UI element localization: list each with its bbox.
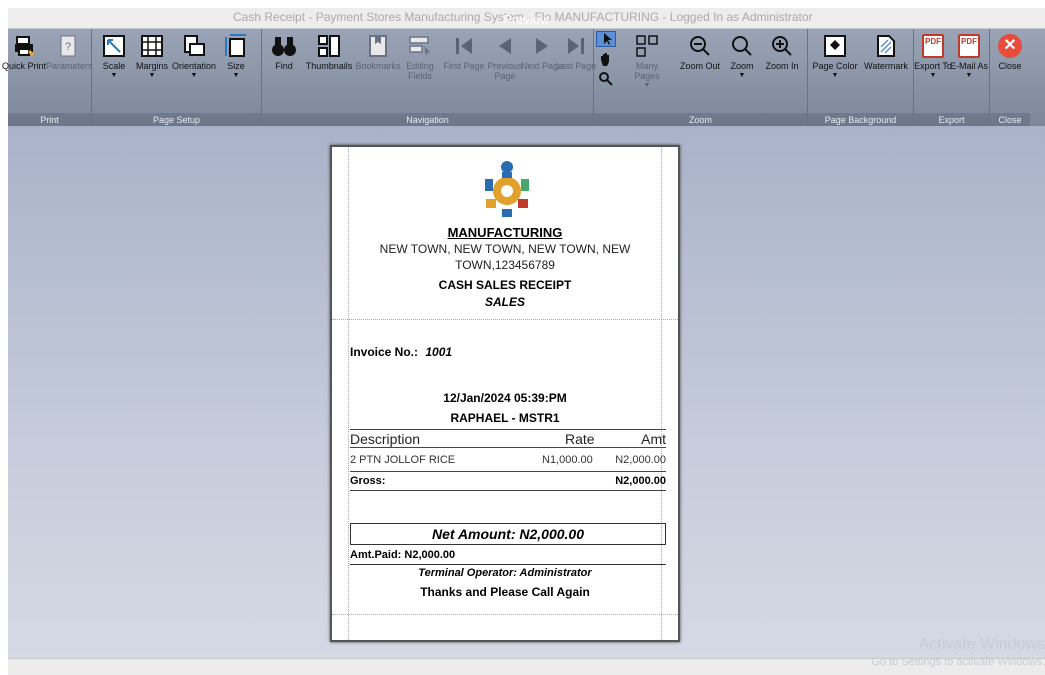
margins-icon — [141, 35, 163, 57]
parameters-button[interactable]: ? Parameters — [46, 31, 93, 71]
paid-divider — [350, 564, 666, 565]
previous-page-icon — [499, 38, 511, 54]
many-pages-icon — [636, 35, 658, 57]
zoom-in-icon — [772, 36, 792, 56]
last-page-button[interactable]: Last Page — [554, 31, 598, 71]
table-row: 2 PTN JOLLOF RICE N1,000.00 N2,000.00 — [350, 454, 666, 472]
group-label-page-setup: Page Setup — [92, 113, 261, 127]
zoom-icon — [732, 36, 752, 56]
terminal-operator: Terminal Operator: Administrator — [418, 567, 592, 579]
invoice-label: Invoice No.: — [350, 345, 419, 359]
preview-title: Preview — [503, 12, 550, 27]
invoice-number: 1001 — [425, 345, 453, 359]
close-button[interactable]: ✕ Close — [990, 31, 1030, 71]
pdf-email-icon: PDF — [958, 34, 980, 58]
close-icon: ✕ — [998, 34, 1022, 58]
group-label-print: Print — [8, 113, 91, 127]
group-zoom: Many Pages ▼ Zoom Out Zoom ▼ Zoom In Zoom — [594, 29, 808, 127]
activate-windows-subtitle: Go to Settings to activate Windows. — [871, 656, 1045, 668]
export-to-button[interactable]: PDF Export To ▼ — [914, 31, 952, 81]
magnifier-tool[interactable] — [598, 71, 614, 92]
group-export: PDF Export To ▼ PDF E-Mail As ▼ Export — [914, 29, 990, 127]
group-print: Quick Print ? Parameters Print — [2, 29, 93, 127]
window-title-bar: Cash Receipt - Payment Stores Manufactur… — [8, 8, 1045, 28]
thanks-message: Thanks and Please Call Again — [420, 585, 590, 599]
cashier-terminal: RAPHAEL - MSTR1 — [450, 411, 560, 425]
watermark-button[interactable]: Watermark — [860, 31, 912, 71]
receipt-page[interactable]: MANUFACTURING NEW TOWN, NEW TOWN, NEW TO… — [330, 145, 680, 642]
orientation-button[interactable]: Orientation ▼ — [172, 31, 216, 81]
group-label-navigation: Navigation — [262, 113, 593, 127]
address-line-2: TOWN,123456789 — [455, 258, 555, 272]
pointer-icon — [604, 33, 612, 45]
editing-fields-button[interactable]: Editing Fields — [398, 31, 442, 81]
gross-row: Gross: N2,000.00 — [350, 474, 666, 491]
group-navigation: Find Thumbnails Bookmarks Editing Fields… — [262, 29, 596, 127]
last-page-icon — [568, 38, 584, 54]
table-header: Description Rate Amt — [350, 429, 666, 448]
first-page-button[interactable]: First Page — [442, 31, 486, 71]
find-button[interactable]: Find — [262, 31, 306, 71]
editing-fields-icon — [409, 36, 430, 56]
magnifier-icon — [599, 72, 613, 86]
pdf-export-icon: PDF — [922, 34, 944, 58]
thumbnails-icon — [318, 35, 340, 57]
receipt-datetime: 12/Jan/2024 05:39:PM — [443, 391, 567, 405]
group-page-background: Page Color ▼ Watermark Page Background — [808, 29, 914, 127]
scale-icon — [103, 35, 125, 57]
svg-text:?: ? — [65, 41, 71, 53]
many-pages-button[interactable]: Many Pages ▼ — [622, 31, 672, 91]
group-page-setup: Scale ▼ Margins ▼ Orientation ▼ Size ▼ Page … — [92, 29, 262, 127]
item-rate: N1,000.00 — [542, 454, 593, 466]
invoice-row: Invoice No.: 1001 — [350, 345, 452, 359]
item-amt: N2,000.00 — [615, 454, 666, 466]
size-button[interactable]: Size ▼ — [214, 31, 258, 81]
company-name: MANUFACTURING — [447, 225, 563, 240]
zoom-in-button[interactable]: Zoom In — [760, 31, 804, 71]
gross-value: N2,000.00 — [615, 475, 666, 487]
col-amt: Amt — [641, 431, 666, 447]
address-line-1: NEW TOWN, NEW TOWN, NEW TOWN, NEW — [379, 242, 631, 256]
hand-tool[interactable] — [598, 51, 614, 72]
bookmarks-button[interactable]: Bookmarks — [354, 31, 402, 71]
receipt-subtitle: SALES — [484, 295, 525, 309]
page-color-button[interactable]: Page Color ▼ — [810, 31, 860, 81]
col-rate: Rate — [565, 431, 595, 447]
receipt-title: CASH SALES RECEIPT — [438, 278, 572, 292]
margins-button[interactable]: Margins ▼ — [130, 31, 174, 81]
group-label-zoom: Zoom — [594, 113, 807, 127]
header-divider — [332, 319, 678, 320]
amount-paid: Amt.Paid: N2,000.00 — [350, 549, 456, 561]
gross-label: Gross: — [350, 475, 386, 487]
paint-bucket-icon — [824, 35, 846, 57]
group-label-close: Close — [990, 113, 1030, 127]
bookmark-icon — [369, 35, 387, 57]
item-description: 2 PTN JOLLOF RICE — [350, 454, 456, 466]
hand-icon — [601, 53, 609, 66]
company-logo — [485, 161, 529, 217]
thumbnails-button[interactable]: Thumbnails — [304, 31, 354, 71]
page-size-icon — [225, 34, 246, 57]
activate-windows-title: Activate Windows — [918, 636, 1045, 653]
orientation-icon — [184, 35, 205, 56]
first-page-icon — [456, 38, 472, 54]
watermark-icon — [877, 35, 895, 57]
parameters-icon: ? — [60, 35, 76, 57]
ribbon: Quick Print ? Parameters Print Scale ▼ Ma… — [2, 28, 1045, 127]
zoom-out-button[interactable]: Zoom Out — [678, 31, 722, 71]
quick-print-button[interactable]: Quick Print — [2, 31, 46, 71]
email-as-button[interactable]: PDF E-Mail As ▼ — [950, 31, 988, 81]
next-page-icon — [536, 38, 548, 54]
printer-icon — [15, 36, 35, 57]
zoom-out-icon — [690, 36, 710, 56]
zoom-button[interactable]: Zoom ▼ — [720, 31, 764, 81]
col-description: Description — [350, 431, 421, 447]
group-label-page-background: Page Background — [808, 113, 913, 127]
net-amount-box: Net Amount: N2,000.00 — [350, 523, 666, 545]
group-close: ✕ Close Close — [990, 29, 1030, 127]
footer-divider — [332, 614, 678, 615]
binoculars-icon — [272, 37, 296, 56]
pointer-tool[interactable] — [596, 31, 616, 47]
group-label-export: Export — [914, 113, 989, 127]
